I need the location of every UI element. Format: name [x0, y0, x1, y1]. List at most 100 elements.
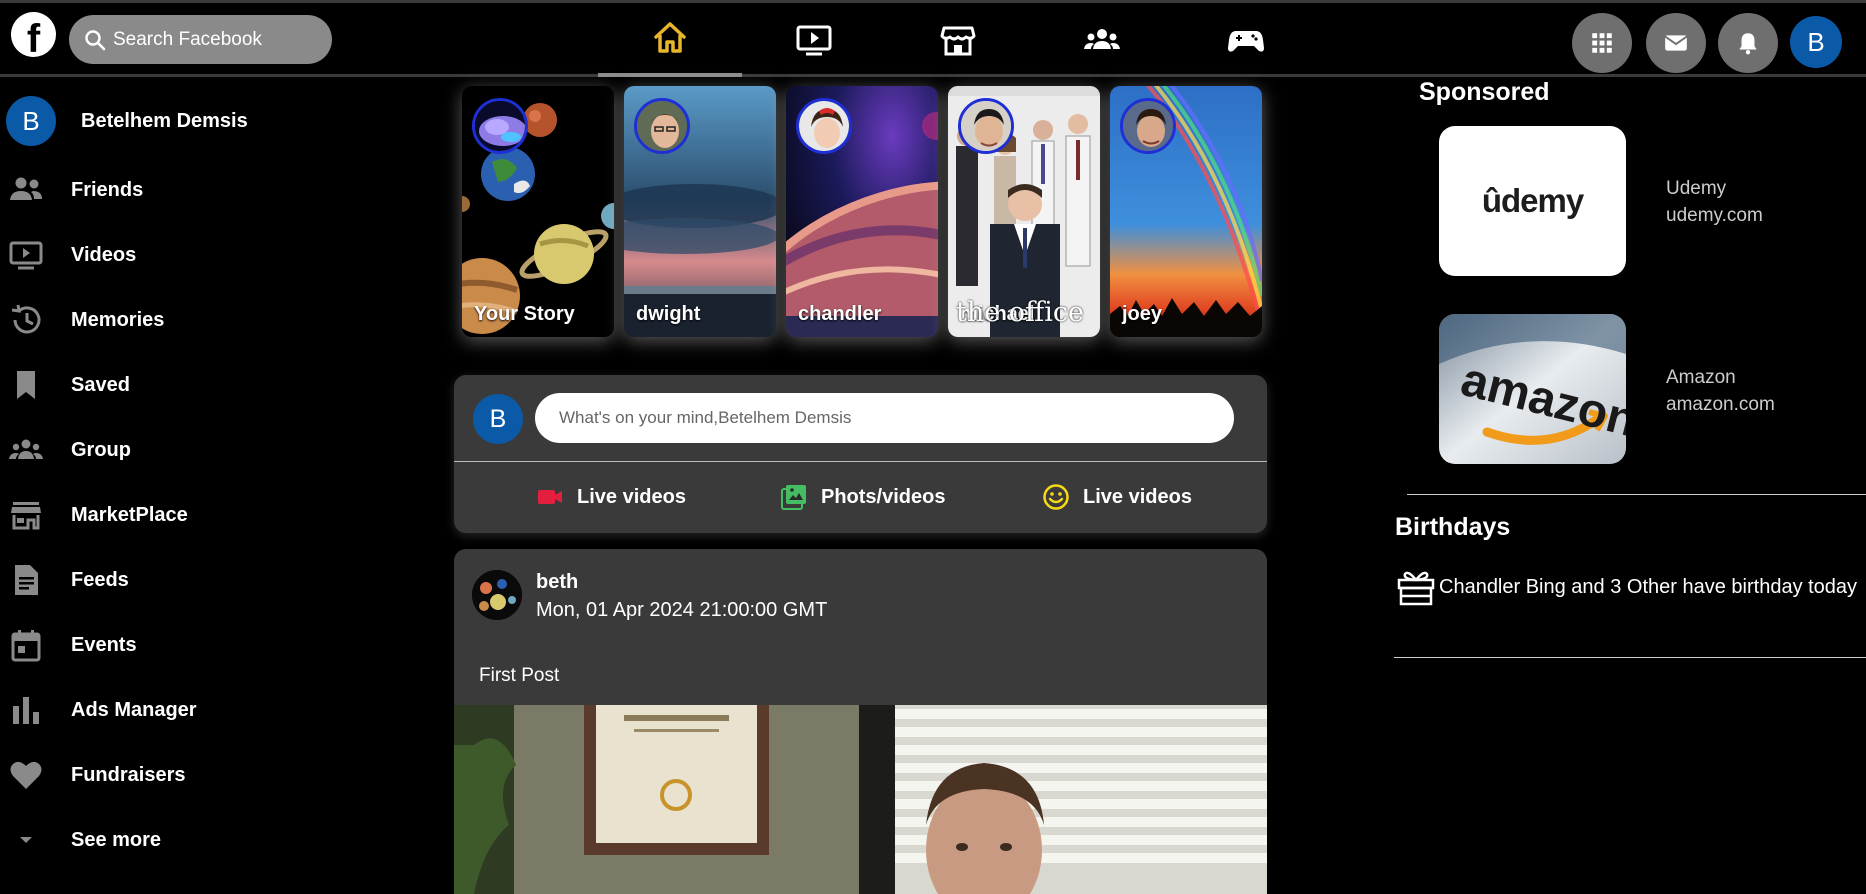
divider	[1394, 657, 1866, 658]
sidebar-item-saved[interactable]: Saved	[6, 363, 130, 407]
smiley-icon	[1043, 484, 1069, 510]
events-icon	[11, 630, 41, 662]
story-name: Your Story	[474, 303, 575, 325]
top-navbar: f B	[0, 0, 1866, 77]
sidebar-item-ads-manager[interactable]: Ads Manager	[6, 688, 197, 732]
ad-image-udemy[interactable]: ûdemy	[1439, 126, 1626, 276]
ad-text-amazon[interactable]: Amazon amazon.com	[1666, 364, 1775, 418]
post-image[interactable]	[454, 705, 1267, 894]
search-input[interactable]	[113, 28, 313, 51]
sidebar-item-events[interactable]: Events	[6, 623, 137, 667]
sidebar-profile[interactable]: B Betelhem Demsis	[6, 96, 248, 146]
messages-button[interactable]	[1646, 13, 1706, 73]
sidebar-item-label: Memories	[71, 308, 165, 331]
sidebar-item-marketplace[interactable]: MarketPlace	[6, 493, 188, 537]
gift-icon	[1397, 571, 1435, 606]
story-card[interactable]: Your Story	[462, 86, 614, 337]
ad-image-amazon[interactable]: amazon	[1439, 314, 1626, 464]
profile-name: Betelhem Demsis	[81, 109, 248, 132]
live-video-button[interactable]: Live videos	[536, 483, 686, 511]
groups-icon	[1084, 29, 1120, 49]
photo-icon	[781, 485, 806, 510]
feeds-icon	[15, 565, 38, 595]
live-video-icon	[538, 490, 562, 504]
whats-on-your-mind-input[interactable]	[535, 393, 1234, 443]
story-avatar	[634, 98, 690, 154]
post-composer: B Live videos Phots/videos Live videos	[454, 375, 1267, 533]
sidebar-item-group[interactable]: Group	[6, 428, 131, 472]
photo-video-button[interactable]: Phots/videos	[780, 483, 945, 511]
menu-grid-icon	[1592, 33, 1612, 53]
sidebar-item-videos[interactable]: Videos	[6, 233, 136, 277]
videos-icon	[9, 241, 43, 270]
post-text: First Post	[479, 665, 560, 686]
account-avatar[interactable]: B	[1790, 16, 1842, 68]
saved-icon	[17, 371, 35, 399]
sidebar-item-feeds[interactable]: Feeds	[6, 558, 129, 602]
sidebar-item-label: Group	[71, 438, 131, 461]
sidebar-item-see-more[interactable]: See more	[6, 818, 161, 862]
sidebar-item-label: Videos	[71, 243, 137, 266]
feed-post: beth Mon, 01 Apr 2024 21:00:00 GMT First…	[454, 549, 1267, 894]
birthday-notice[interactable]: Chandler Bing and 3 Other have birthday …	[1395, 566, 1857, 608]
story-card[interactable]: dwight	[624, 86, 776, 337]
ad-text-udemy[interactable]: Udemy udemy.com	[1666, 175, 1763, 229]
facebook-logo[interactable]: f	[11, 12, 56, 57]
sidebar-item-fundraisers[interactable]: Fundraisers	[6, 753, 185, 797]
sidebar-item-friends[interactable]: Friends	[6, 168, 143, 212]
post-timestamp: Mon, 01 Apr 2024 21:00:00 GMT	[536, 599, 828, 621]
bell-icon	[1739, 33, 1757, 55]
story-avatar	[1120, 98, 1176, 154]
story-avatar	[796, 98, 852, 154]
sidebar-item-label: Feeds	[71, 568, 129, 591]
feeling-activity-button[interactable]: Live videos	[1042, 483, 1192, 511]
birthdays-heading: Birthdays	[1395, 513, 1511, 541]
store-icon	[11, 502, 41, 530]
birthday-text: Chandler Bing and 3 Other have birthday …	[1439, 575, 1858, 598]
profile-avatar: B	[6, 96, 56, 146]
post-author-avatar[interactable]	[472, 570, 522, 620]
tab-marketplace[interactable]	[886, 3, 1030, 77]
search-icon	[85, 29, 106, 50]
udemy-logo: ûdemy	[1481, 182, 1584, 219]
story-name: dwight	[636, 303, 701, 325]
story-name: chandler	[798, 303, 882, 325]
sidebar-item-label: Fundraisers	[71, 763, 186, 786]
ad-name: Amazon	[1666, 367, 1736, 388]
ad-url: udemy.com	[1666, 205, 1763, 226]
action-label: Live videos	[1083, 485, 1192, 508]
mail-icon	[1664, 35, 1688, 51]
composer-avatar: B	[473, 394, 523, 444]
sidebar-item-label: Saved	[71, 373, 130, 396]
sponsored-heading: Sponsored	[1419, 78, 1550, 106]
group-icon	[9, 439, 43, 459]
sidebar-item-label: MarketPlace	[71, 503, 188, 526]
ads-icon	[13, 697, 39, 724]
story-card[interactable]: chandler	[786, 86, 938, 337]
story-avatar	[472, 98, 528, 154]
story-avatar	[958, 98, 1014, 154]
menu-button[interactable]	[1572, 13, 1632, 73]
sidebar-item-memories[interactable]: Memories	[6, 298, 164, 342]
tab-groups[interactable]	[1030, 3, 1174, 77]
ad-name: Udemy	[1666, 178, 1727, 199]
story-card[interactable]: joey	[1110, 86, 1262, 337]
divider	[1407, 494, 1866, 495]
tab-home[interactable]	[598, 3, 742, 77]
tab-gaming[interactable]	[1174, 3, 1318, 77]
search-bar[interactable]	[69, 15, 332, 64]
notifications-button[interactable]	[1718, 13, 1778, 73]
sidebar-item-label: Ads Manager	[71, 698, 197, 721]
tab-watch[interactable]	[742, 3, 886, 77]
ad-url: amazon.com	[1666, 394, 1775, 415]
post-author-name[interactable]: beth	[536, 571, 578, 594]
marketplace-icon	[940, 26, 976, 56]
gaming-icon	[1228, 31, 1264, 52]
sidebar-item-label: Friends	[71, 178, 144, 201]
sidebar-item-label: Events	[71, 633, 137, 656]
watch-icon	[796, 25, 832, 56]
composer-divider	[454, 461, 1267, 462]
action-label: Phots/videos	[821, 485, 946, 508]
story-card[interactable]: michael the office	[948, 86, 1100, 337]
story-overlay-text: the office	[956, 297, 1084, 328]
